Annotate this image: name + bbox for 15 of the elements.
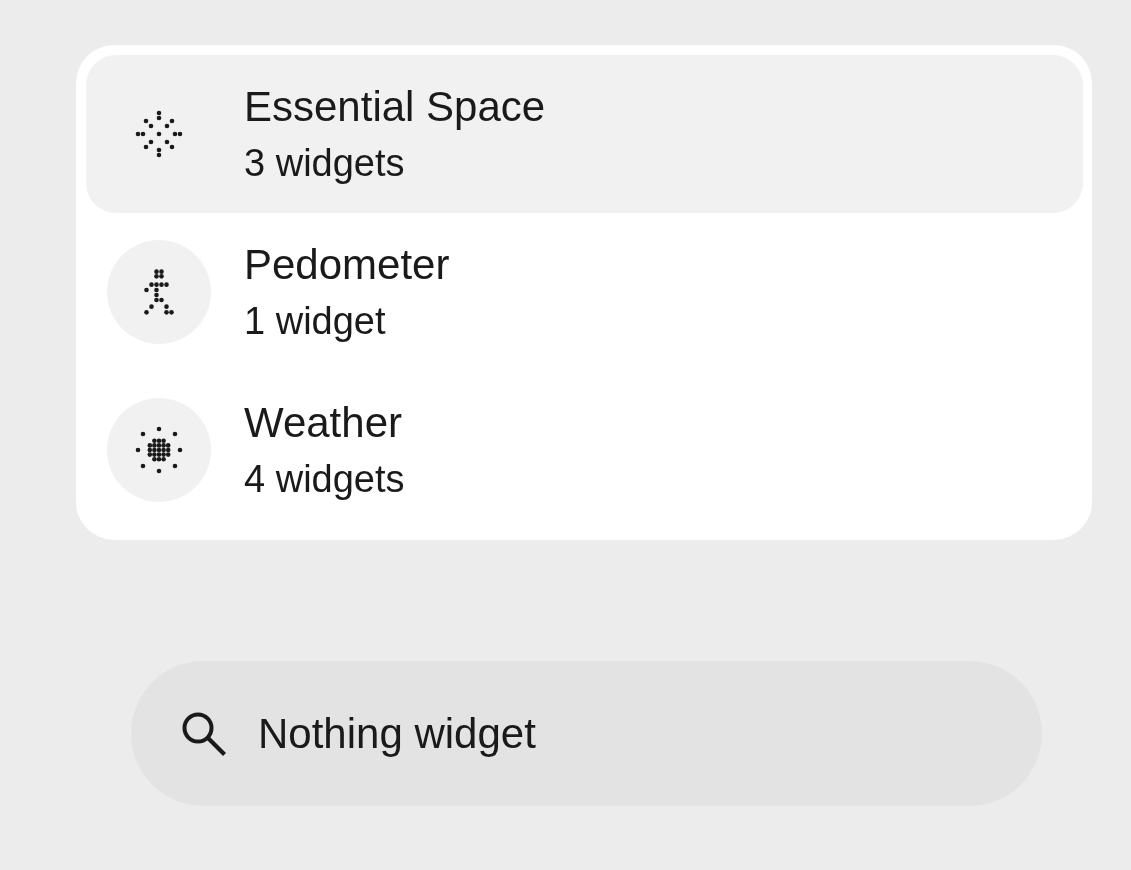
widget-count: 4 widgets bbox=[244, 457, 405, 501]
widget-count: 1 widget bbox=[244, 299, 386, 343]
sun-dots-icon bbox=[107, 398, 211, 502]
sparkle-dots-icon bbox=[134, 109, 184, 159]
widget-list-item[interactable]: Pedometer 1 widget bbox=[86, 213, 1083, 371]
widget-list-item[interactable]: Essential Space 3 widgets bbox=[86, 55, 1083, 213]
widget-count: 3 widgets bbox=[244, 141, 405, 185]
widget-group-name: Pedometer bbox=[244, 241, 450, 289]
search-input[interactable]: Nothing widget bbox=[258, 709, 1002, 758]
widget-group-name: Weather bbox=[244, 399, 402, 447]
walking-figure-icon bbox=[107, 240, 211, 344]
widget-group-name: Essential Space bbox=[244, 83, 546, 131]
search-field[interactable]: Nothing widget bbox=[131, 661, 1042, 806]
widget-list-item[interactable]: Weather 4 widgets bbox=[86, 371, 1083, 529]
search-icon bbox=[181, 710, 227, 757]
